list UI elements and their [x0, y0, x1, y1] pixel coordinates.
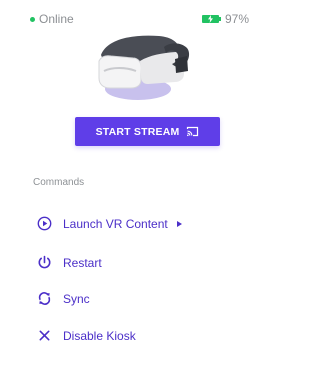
online-status-label: Online [39, 12, 74, 26]
battery-status: 97% [201, 12, 249, 26]
sync-icon [37, 291, 52, 306]
power-icon [37, 255, 52, 270]
commands-heading: Commands [33, 177, 85, 188]
launch-vr-content-label: Launch VR Content [63, 216, 168, 231]
launch-vr-content-command[interactable]: Launch VR Content [37, 216, 182, 231]
online-indicator-icon [30, 16, 35, 22]
caret-right-icon [176, 220, 182, 227]
close-icon [37, 328, 52, 343]
disable-kiosk-command[interactable]: Disable Kiosk [37, 328, 136, 343]
sync-label: Sync [63, 291, 90, 306]
sync-command[interactable]: Sync [37, 291, 90, 306]
start-stream-label: START STREAM [95, 125, 180, 138]
restart-label: Restart [63, 255, 102, 270]
battery-icon [201, 15, 221, 23]
play-circle-icon [37, 216, 52, 231]
restart-command[interactable]: Restart [37, 255, 102, 270]
vr-headset-icon [98, 35, 190, 100]
cast-icon [187, 126, 199, 137]
disable-kiosk-label: Disable Kiosk [63, 328, 136, 343]
online-status: Online [30, 12, 74, 26]
start-stream-button[interactable]: START STREAM [75, 117, 220, 146]
battery-percentage: 97% [224, 12, 249, 26]
charging-bolt-icon [207, 15, 213, 23]
